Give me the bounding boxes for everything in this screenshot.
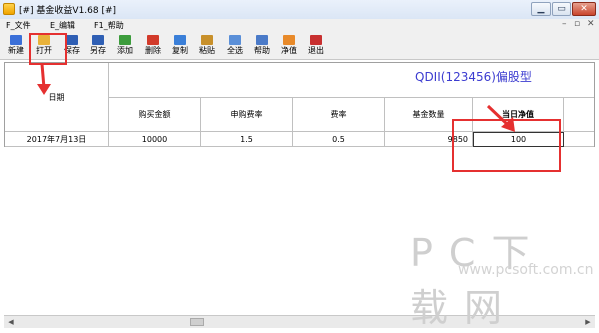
annotation-arrow-2-icon bbox=[486, 104, 515, 132]
scroll-thumb[interactable] bbox=[190, 318, 204, 326]
toolbar-button-label: 删除 bbox=[145, 46, 161, 55]
title-bar: [#] 基金收益V1.68 [#] ▁ ▭ ✕ bbox=[0, 0, 599, 20]
toolbar-button-label: 退出 bbox=[308, 46, 324, 55]
toolbar-button-label: 新建 bbox=[8, 46, 24, 55]
annotation-arrow-icon bbox=[37, 63, 51, 95]
menu-file[interactable]: F_文件 bbox=[6, 20, 31, 31]
add-icon bbox=[119, 35, 131, 45]
open-button-highlight bbox=[29, 33, 67, 65]
toolbar: 新建 打开 保存 另存 添加 删除 复制 粘贴 全选 帮助 净值 退出 bbox=[0, 32, 599, 60]
column-header-subscription-rate[interactable]: 申购费率 bbox=[201, 98, 293, 132]
select-all-icon bbox=[229, 35, 241, 45]
window-title: [#] 基金收益V1.68 [#] bbox=[19, 6, 117, 16]
copy-icon bbox=[174, 35, 186, 45]
net-value-flag-icon bbox=[283, 35, 295, 45]
save-disk-icon bbox=[66, 35, 78, 45]
paste-icon bbox=[201, 35, 213, 45]
toolbar-button-6[interactable]: 删除 bbox=[142, 34, 164, 58]
toolbar-button-label: 复制 bbox=[172, 46, 188, 55]
mdi-restore-button[interactable]: ▫ bbox=[574, 19, 580, 32]
delete-x-icon bbox=[147, 35, 159, 45]
toolbar-button-label: 另存 bbox=[90, 46, 106, 55]
toolbar-button-7[interactable]: 复制 bbox=[169, 34, 191, 58]
toolbar-button-label: 添加 bbox=[117, 46, 133, 55]
toolbar-button-label: 净值 bbox=[281, 46, 297, 55]
cell-fee-rate[interactable]: 0.5 bbox=[293, 132, 385, 147]
column-header-purchase-amount[interactable]: 购买金额 bbox=[109, 98, 201, 132]
menu-edit[interactable]: E_编辑 bbox=[50, 20, 75, 31]
column-header-fee-rate[interactable]: 费率 bbox=[293, 98, 385, 132]
cell-empty bbox=[564, 132, 594, 147]
toolbar-button-9[interactable]: 全选 bbox=[224, 34, 246, 58]
minimize-button[interactable]: ▁ bbox=[531, 2, 551, 16]
app-icon bbox=[3, 3, 15, 15]
watermark-url: www.pcsoft.com.cn bbox=[458, 262, 594, 278]
menu-bar: F_文件 E_编辑 F1_帮助 – ▫ ✕ bbox=[0, 19, 599, 32]
toolbar-button-label: 粘贴 bbox=[199, 46, 215, 55]
help-book-icon bbox=[256, 35, 268, 45]
cell-purchase-amount[interactable]: 10000 bbox=[109, 132, 201, 147]
close-button[interactable]: ✕ bbox=[572, 2, 596, 16]
column-header-empty bbox=[564, 98, 594, 132]
toolbar-button-4[interactable]: 另存 bbox=[87, 34, 109, 58]
mdi-close-button[interactable]: ✕ bbox=[587, 19, 595, 32]
toolbar-button-8[interactable]: 粘贴 bbox=[196, 34, 218, 58]
toolbar-button-label: 全选 bbox=[227, 46, 243, 55]
maximize-button[interactable]: ▭ bbox=[552, 2, 571, 16]
menu-help[interactable]: F1_帮助 bbox=[94, 20, 124, 31]
mdi-minimize-button[interactable]: – bbox=[562, 19, 567, 32]
fund-title: QDII(123456)偏股型 bbox=[415, 70, 532, 84]
toolbar-button-label: 帮助 bbox=[254, 46, 270, 55]
cell-date[interactable]: 2017年7月13日 bbox=[5, 132, 109, 147]
toolbar-button-12[interactable]: 退出 bbox=[305, 34, 327, 58]
new-file-icon bbox=[10, 35, 22, 45]
toolbar-button-5[interactable]: 添加 bbox=[114, 34, 136, 58]
scroll-left-arrow-icon[interactable]: ◀ bbox=[4, 316, 18, 328]
toolbar-button-10[interactable]: 帮助 bbox=[251, 34, 273, 58]
toolbar-button-11[interactable]: 净值 bbox=[278, 34, 300, 58]
save-as-icon bbox=[92, 35, 104, 45]
toolbar-button-1[interactable]: 新建 bbox=[5, 34, 27, 58]
cell-subscription-rate[interactable]: 1.5 bbox=[201, 132, 293, 147]
exit-icon bbox=[310, 35, 322, 45]
